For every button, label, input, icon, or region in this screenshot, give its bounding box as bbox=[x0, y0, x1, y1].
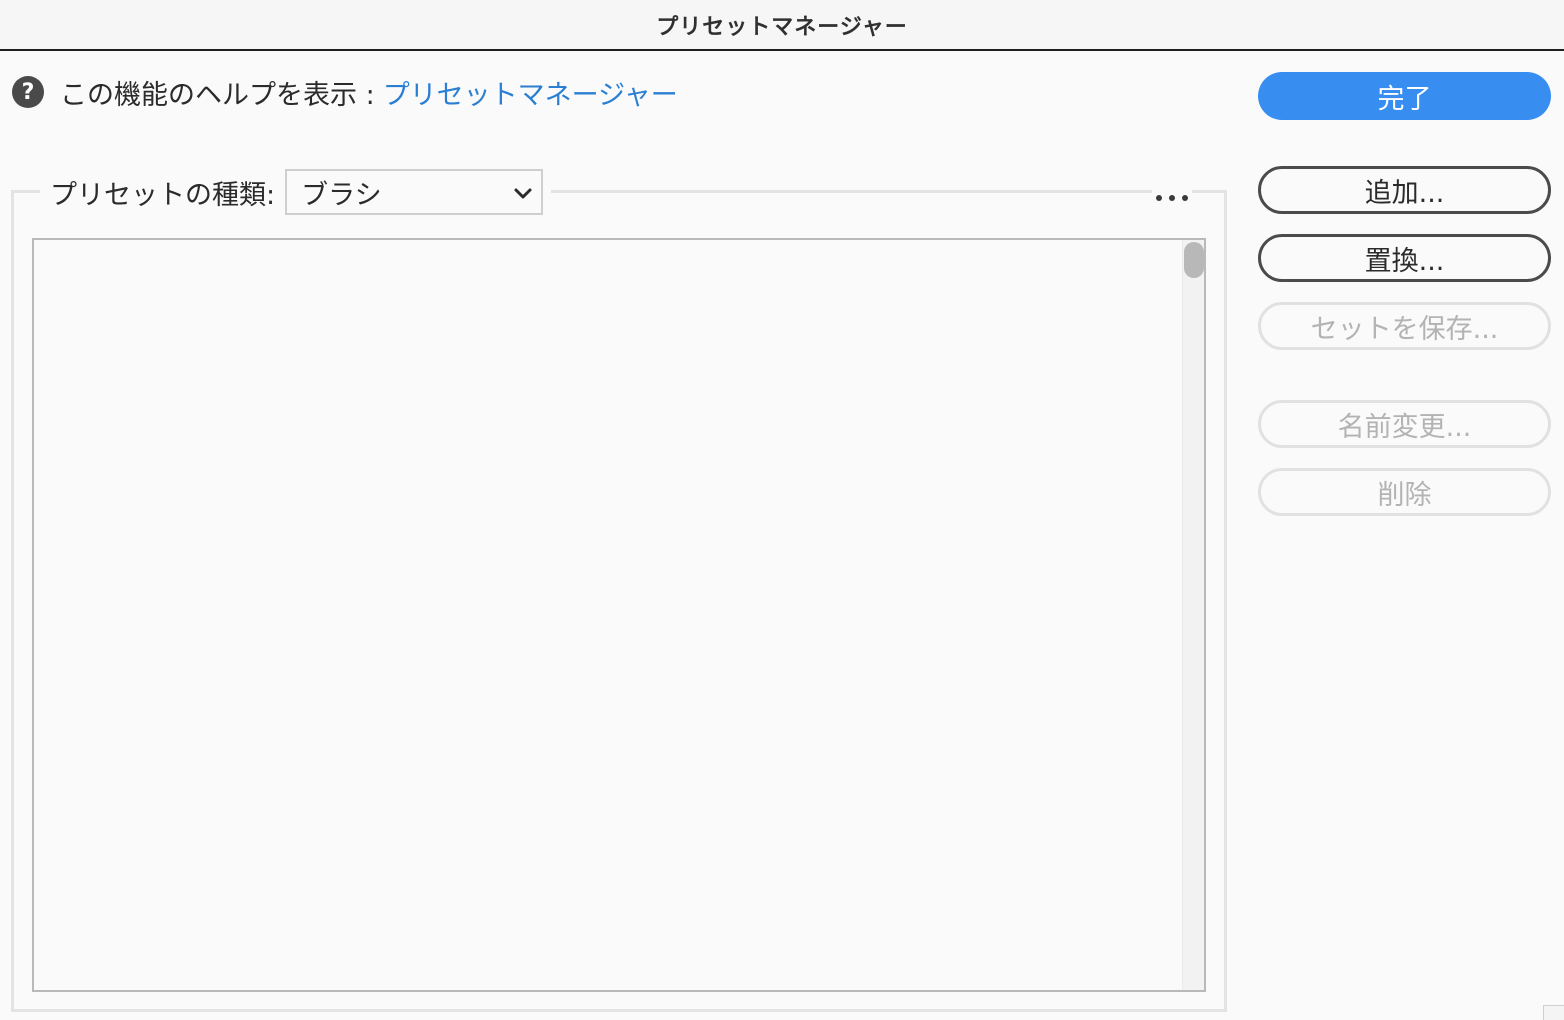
title-bar[interactable]: プリセットマネージャー bbox=[0, 0, 1564, 51]
scrollbar-track[interactable] bbox=[1182, 240, 1204, 990]
help-link[interactable]: プリセットマネージャー bbox=[383, 73, 678, 112]
preset-type-select[interactable]: ブラシ bbox=[285, 169, 544, 215]
scrollbar-thumb[interactable] bbox=[1184, 242, 1204, 278]
add-button[interactable]: 追加... bbox=[1258, 166, 1551, 214]
delete-button[interactable]: 削除 bbox=[1258, 468, 1551, 516]
preset-type-value: ブラシ bbox=[301, 179, 382, 211]
dialog-title: プリセットマネージャー bbox=[656, 14, 908, 40]
preset-type-label: プリセットの種類: bbox=[50, 179, 276, 211]
chevron-down-icon bbox=[514, 188, 532, 199]
help-text: この機能のヘルプを表示 : bbox=[60, 79, 375, 111]
help-row: ? この機能のヘルプを表示 : プリセットマネージャー bbox=[12, 73, 678, 112]
preset-manager-dialog: プリセットマネージャー ? この機能のヘルプを表示 : プリセットマネージャー … bbox=[0, 0, 1564, 1020]
rename-button[interactable]: 名前変更... bbox=[1258, 400, 1551, 448]
more-options-icon[interactable] bbox=[1152, 188, 1192, 208]
done-button[interactable]: 完了 bbox=[1258, 72, 1551, 120]
question-circle-icon: ? bbox=[12, 76, 44, 108]
replace-button[interactable]: 置換... bbox=[1258, 234, 1551, 282]
preset-list[interactable] bbox=[32, 238, 1206, 992]
save-set-button[interactable]: セットを保存... bbox=[1258, 302, 1551, 350]
preset-type-row: プリセットの種類: ブラシ bbox=[40, 166, 552, 218]
resize-handle[interactable] bbox=[1543, 1005, 1564, 1020]
